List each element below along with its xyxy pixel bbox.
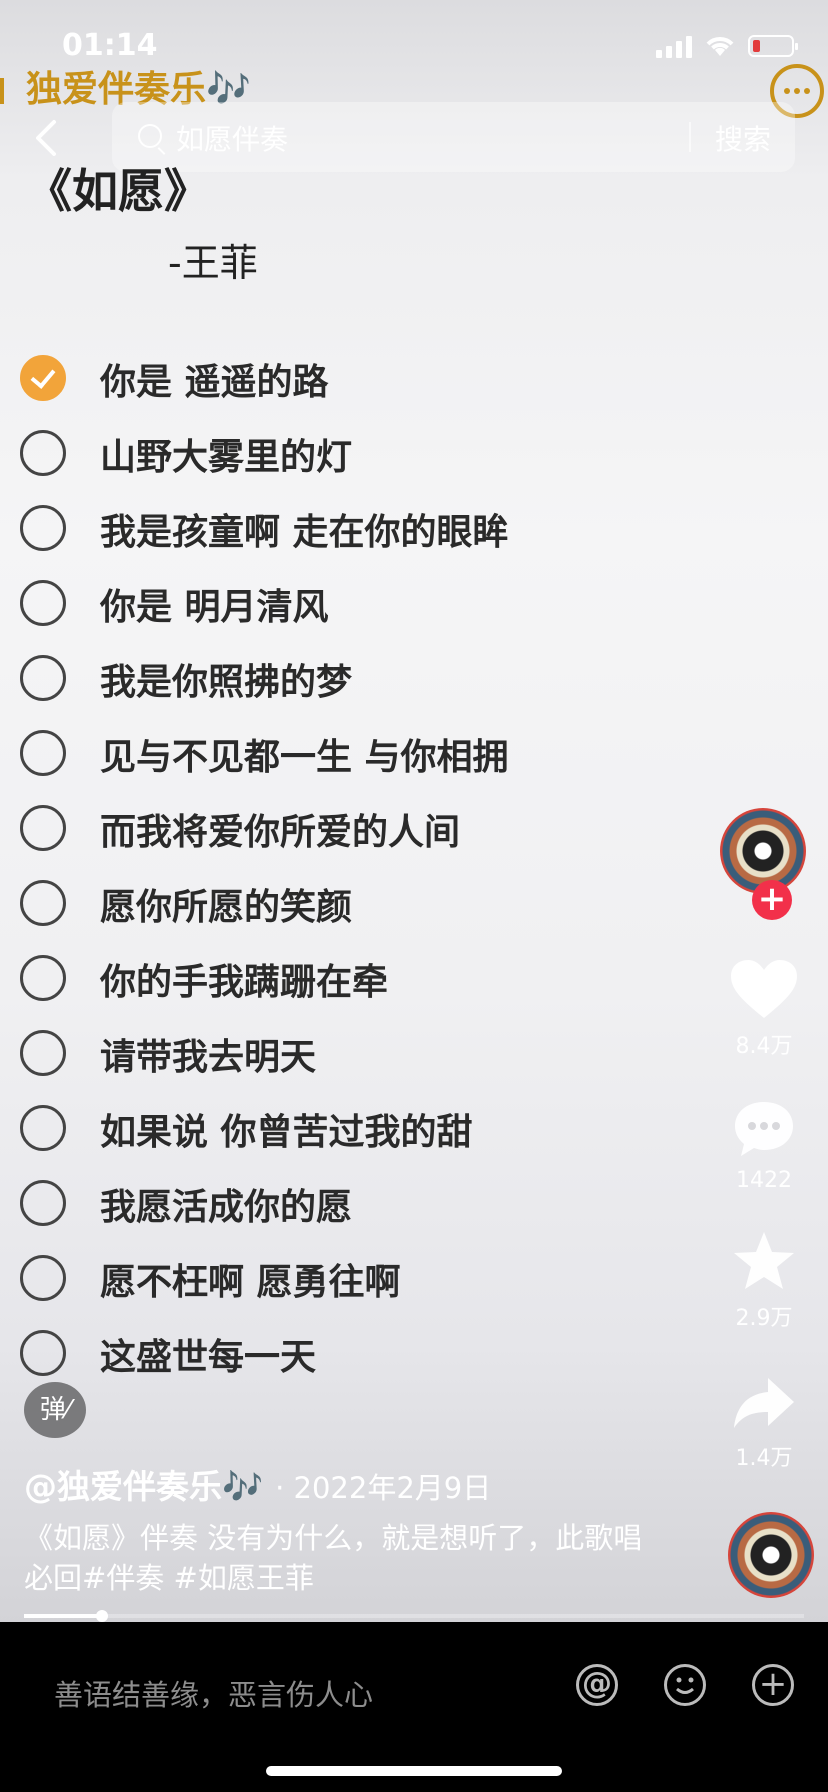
- comment-button[interactable]: 1422: [714, 1098, 814, 1193]
- lyric-checkbox[interactable]: [20, 580, 66, 626]
- lyric-row[interactable]: 如果说 你曾苦过我的甜: [0, 1095, 700, 1170]
- status-time: 01:14: [62, 28, 158, 63]
- lyric-text: 我是你照拂的梦: [100, 662, 353, 703]
- lyric-text: 而我将爱你所爱的人间: [100, 812, 461, 853]
- back-icon[interactable]: [30, 118, 64, 158]
- lyric-checkbox[interactable]: [20, 1030, 66, 1076]
- home-indicator: [266, 1766, 562, 1776]
- search-bar[interactable]: 如愿伴奏 搜索: [112, 102, 795, 172]
- favorite-count: 2.9万: [735, 1306, 793, 1331]
- comment-input[interactable]: 善语结善缘，恶言伤人心: [54, 1672, 373, 1714]
- lyric-checkbox[interactable]: [20, 355, 66, 401]
- search-button[interactable]: 搜索: [715, 118, 771, 158]
- lyric-text: 你是 明月清风: [100, 587, 329, 628]
- music-disc[interactable]: [728, 1512, 814, 1598]
- lyrics-list: 你是 遥遥的路 山野大雾里的灯我是孩童啊 走在你的眼眸 你是 明月清风 我是你照拂的梦…: [0, 345, 700, 1395]
- like-count: 8.4万: [735, 1034, 793, 1059]
- lyric-text: 我是孩童啊 走在你的眼眸: [100, 512, 509, 553]
- comment-icon: [735, 1102, 793, 1156]
- lyric-row[interactable]: 愿你所愿的笑颜: [0, 870, 700, 945]
- lyric-row[interactable]: 我是你照拂的梦: [0, 645, 700, 720]
- lyric-text: 这盛世每一天: [100, 1337, 317, 1378]
- back-arrow-faded-icon: [0, 78, 12, 104]
- search-divider: [689, 122, 691, 152]
- song-title: 《如愿》: [26, 164, 210, 218]
- wifi-icon: [706, 37, 734, 56]
- post-author[interactable]: @独爱伴奏乐🎶 · 2022年2月9日: [24, 1460, 491, 1508]
- lyric-text: 我愿活成你的愿: [100, 1187, 353, 1228]
- lyric-row[interactable]: 你的手我蹒跚在牵: [0, 945, 700, 1020]
- status-icons: [656, 34, 798, 58]
- comment-count: 1422: [736, 1168, 792, 1193]
- lyric-checkbox[interactable]: [20, 1330, 66, 1376]
- lyric-checkbox[interactable]: [20, 1180, 66, 1226]
- emoji-icon[interactable]: [664, 1664, 706, 1706]
- lyric-checkbox[interactable]: [20, 655, 66, 701]
- lyric-checkbox[interactable]: [20, 730, 66, 776]
- author-name[interactable]: @独爱伴奏乐🎶: [24, 1467, 263, 1506]
- lyric-row[interactable]: 这盛世每一天: [0, 1320, 700, 1395]
- post-description: 《如愿》伴奏 没有为什么，就是想听了，此歌唱必回#伴奏 #如愿王菲: [24, 1521, 643, 1595]
- lyric-text: 你的手我蹒跚在牵: [100, 962, 389, 1003]
- lyric-row[interactable]: 我是孩童啊 走在你的眼眸: [0, 495, 700, 570]
- lyric-checkbox[interactable]: [20, 505, 66, 551]
- lyric-row[interactable]: 你是 明月清风: [0, 570, 700, 645]
- progress-knob[interactable]: [96, 1610, 108, 1622]
- lyric-text: 愿不枉啊 愿勇往啊: [100, 1262, 401, 1303]
- follow-button[interactable]: +: [752, 880, 792, 920]
- lyric-text: 愿你所愿的笑颜: [100, 887, 353, 928]
- lyric-text: 如果说 你曾苦过我的甜: [100, 1112, 473, 1153]
- add-icon[interactable]: +: [752, 1664, 794, 1706]
- lyric-checkbox[interactable]: [20, 955, 66, 1001]
- lyric-text: 山野大雾里的灯: [100, 437, 353, 478]
- lyric-checkbox[interactable]: [20, 1105, 66, 1151]
- lyric-text: 请带我去明天: [100, 1037, 317, 1078]
- share-icon: [734, 1378, 794, 1428]
- heart-icon: [731, 960, 797, 1018]
- lyric-checkbox[interactable]: [20, 880, 66, 926]
- song-singer: -王菲: [168, 241, 258, 285]
- mention-icon[interactable]: @: [576, 1664, 618, 1706]
- star-icon: [734, 1232, 794, 1289]
- lyric-row[interactable]: 你是 遥遥的路: [0, 345, 700, 420]
- lyric-text: 见与不见都一生 与你相拥: [100, 737, 509, 778]
- signal-icon: [656, 34, 692, 58]
- share-count: 1.4万: [735, 1446, 793, 1471]
- battery-icon: [748, 35, 798, 57]
- lyric-row[interactable]: 请带我去明天: [0, 1020, 700, 1095]
- danmu-label: 弹: [39, 1395, 66, 1425]
- progress-fill: [24, 1614, 102, 1618]
- search-input[interactable]: 如愿伴奏: [176, 118, 288, 158]
- lyric-text: 你是 遥遥的路: [100, 362, 329, 403]
- lyric-row[interactable]: 愿不枉啊 愿勇往啊: [0, 1245, 700, 1320]
- danmu-toggle[interactable]: 弹⁄: [24, 1382, 86, 1438]
- lyric-row[interactable]: 而我将爱你所爱的人间: [0, 795, 700, 870]
- lyric-row[interactable]: 见与不见都一生 与你相拥: [0, 720, 700, 795]
- lyric-checkbox[interactable]: [20, 805, 66, 851]
- comment-bar: 善语结善缘，恶言伤人心 @ +: [0, 1622, 828, 1792]
- action-bar: + 8.4万 1422 2.9万 1.4万: [714, 808, 814, 1471]
- lyric-row[interactable]: 我愿活成你的愿: [0, 1170, 700, 1245]
- favorite-button[interactable]: 2.9万: [714, 1230, 814, 1332]
- lyric-checkbox[interactable]: [20, 430, 66, 476]
- search-icon: [138, 124, 162, 148]
- like-button[interactable]: 8.4万: [714, 958, 814, 1060]
- post-date: · 2022年2月9日: [275, 1471, 492, 1505]
- share-button[interactable]: 1.4万: [714, 1376, 814, 1472]
- lyric-checkbox[interactable]: [20, 1255, 66, 1301]
- lyric-row[interactable]: 山野大雾里的灯: [0, 420, 700, 495]
- video-progress-bar[interactable]: [24, 1610, 804, 1622]
